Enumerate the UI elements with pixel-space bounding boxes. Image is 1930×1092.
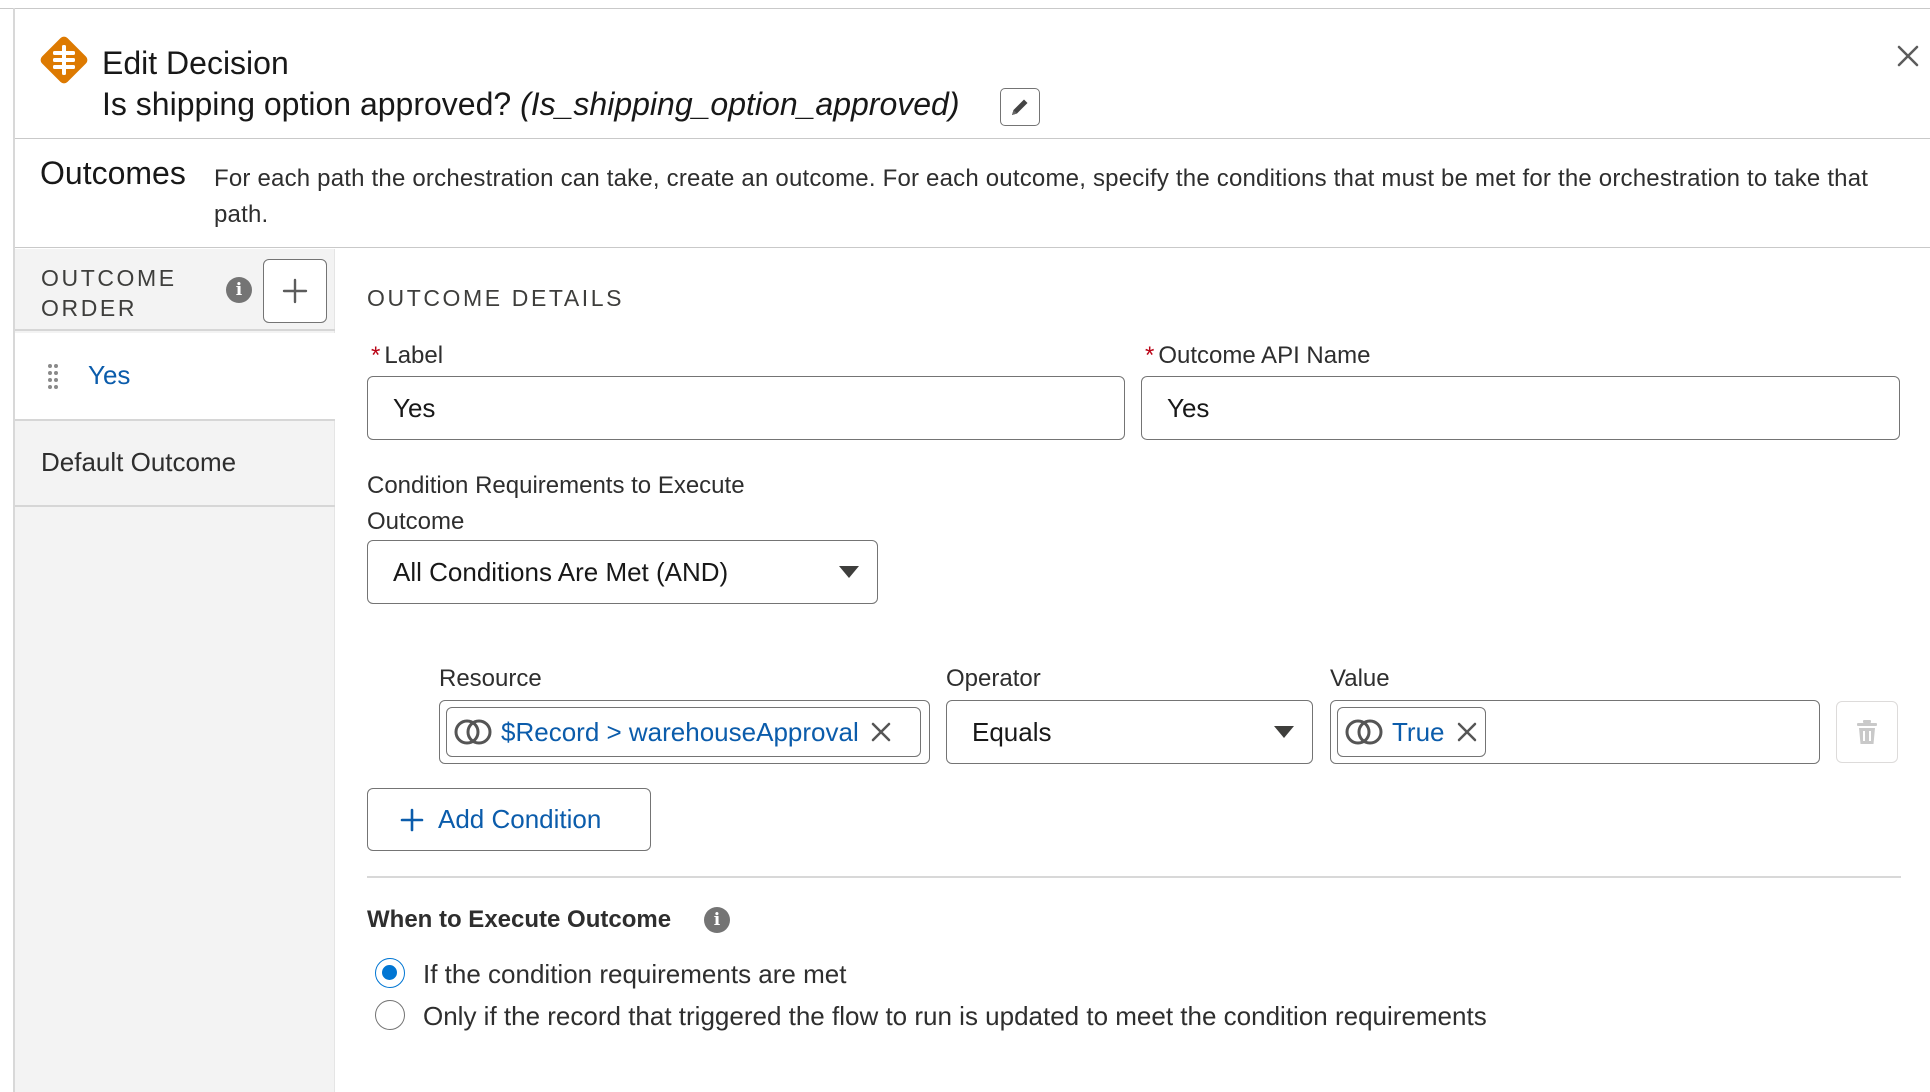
radio-condition-met-label[interactable]: If the condition requirements are met: [423, 959, 846, 990]
outcome-order-label-line1: OUTCOME: [41, 265, 177, 291]
operator-value: Equals: [972, 716, 1052, 747]
decision-label: Is shipping option approved?: [102, 86, 512, 122]
label-input-value: Yes: [393, 392, 436, 423]
label-field-label: * Label: [371, 342, 443, 370]
sidebar-item-yes[interactable]: Yes: [15, 333, 335, 421]
remove-resource-button[interactable]: [871, 722, 891, 742]
required-asterisk: *: [371, 342, 381, 369]
outcomes-description: For each path the orchestration can take…: [214, 165, 1869, 228]
delete-condition-button[interactable]: [1836, 701, 1898, 763]
close-icon: [1897, 45, 1919, 67]
outcomes-heading: Outcomes: [40, 155, 186, 191]
operator-label: Operator: [946, 665, 1041, 692]
sidebar-item-label: Yes: [88, 360, 131, 390]
add-condition-button[interactable]: Add Condition: [367, 788, 651, 851]
value-pill-label: True: [1392, 716, 1445, 747]
outcome-order-label: OUTCOME ORDER: [41, 263, 177, 323]
api-name-field-label: * Outcome API Name: [1145, 342, 1370, 370]
decision-icon: [35, 31, 93, 89]
info-icon[interactable]: i: [226, 277, 252, 303]
api-name-input-value: Yes: [1167, 392, 1210, 423]
close-button[interactable]: [1891, 39, 1925, 73]
modal-title: Edit Decision: [102, 45, 289, 81]
api-name-field-text: Outcome API Name: [1158, 342, 1371, 369]
edit-name-button[interactable]: [1000, 88, 1040, 126]
label-field-text: Label: [384, 342, 444, 369]
chevron-down-icon: [1274, 726, 1294, 738]
drag-handle-icon[interactable]: [47, 363, 59, 389]
condition-requirements-value: All Conditions Are Met (AND): [393, 556, 729, 587]
radio-condition-met[interactable]: [375, 958, 405, 988]
required-asterisk: *: [1145, 342, 1155, 369]
resource-input[interactable]: $Record > warehouseApproval: [439, 700, 930, 764]
close-icon: [871, 722, 890, 742]
pencil-icon: [1012, 99, 1028, 115]
value-pill: True: [1337, 707, 1486, 757]
add-condition-label: Add Condition: [438, 804, 602, 834]
api-name-input[interactable]: Yes: [1141, 376, 1900, 440]
label-input[interactable]: Yes: [367, 376, 1125, 440]
info-icon[interactable]: i: [704, 907, 730, 933]
outcome-order-sidebar: OUTCOME ORDER i Yes Default Outcome: [15, 249, 335, 1092]
decision-name: Is shipping option approved? (Is_shippin…: [102, 86, 960, 123]
when-to-execute-heading: When to Execute Outcome: [367, 906, 672, 933]
merge-field-icon: [1345, 719, 1383, 745]
resource-pill-label: $Record > warehouseApproval: [501, 716, 859, 747]
radio-record-updated[interactable]: [375, 1000, 405, 1030]
trash-icon: [1857, 720, 1877, 744]
plus-icon: [400, 808, 424, 832]
value-input[interactable]: True: [1330, 700, 1820, 764]
remove-value-button[interactable]: [1457, 722, 1477, 742]
outcome-order-label-line2: ORDER: [41, 295, 138, 321]
outcome-order-header: OUTCOME ORDER i: [15, 249, 335, 331]
section-divider: [367, 876, 1901, 878]
modal-header: Edit Decision Is shipping option approve…: [15, 9, 1930, 139]
condition-requirements-select[interactable]: All Conditions Are Met (AND): [367, 540, 878, 604]
decision-api-name: (Is_shipping_option_approved): [520, 86, 960, 122]
outcomes-intro: Outcomes For each path the orchestration…: [15, 140, 1930, 248]
sidebar-item-label: Default Outcome: [41, 447, 237, 477]
resource-pill: $Record > warehouseApproval: [446, 707, 921, 757]
plus-icon: [282, 278, 308, 304]
add-outcome-button[interactable]: [263, 259, 327, 323]
value-label: Value: [1330, 665, 1390, 692]
radio-record-updated-label[interactable]: Only if the record that triggered the fl…: [423, 1001, 1487, 1032]
operator-select[interactable]: Equals: [946, 700, 1313, 764]
chevron-down-icon: [839, 566, 859, 578]
sidebar-item-default-outcome[interactable]: Default Outcome: [15, 421, 335, 507]
merge-field-icon: [454, 719, 492, 745]
outcome-details-heading: OUTCOME DETAILS: [367, 285, 625, 311]
close-icon: [1457, 722, 1476, 742]
condition-requirements-label: Condition Requirements to Execute Outcom…: [367, 472, 745, 535]
resource-label: Resource: [439, 665, 542, 692]
